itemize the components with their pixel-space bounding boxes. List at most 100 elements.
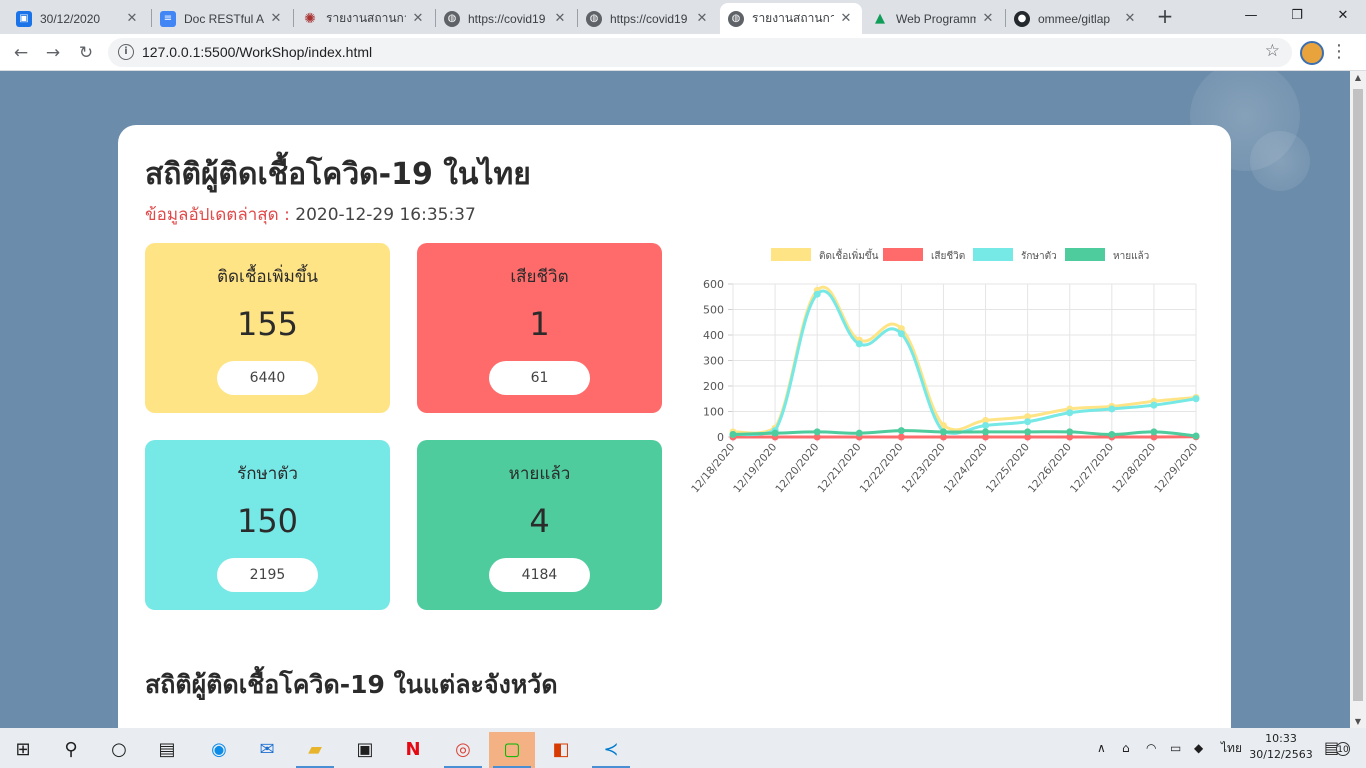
- scroll-up-arrow-icon[interactable]: ▲: [1350, 73, 1366, 82]
- netflix-icon[interactable]: N: [390, 732, 436, 768]
- legend-label: ติดเชื้อเพิ่มขึ้น: [819, 248, 879, 262]
- input-language[interactable]: ไทย: [1221, 728, 1242, 768]
- scroll-down-arrow-icon[interactable]: ▼: [1350, 717, 1366, 726]
- data-point: [1150, 428, 1158, 436]
- cortana-icon[interactable]: ○: [96, 732, 142, 768]
- x-tick-label: 12/23/2020: [900, 441, 948, 495]
- mail-icon[interactable]: ✉: [244, 732, 290, 768]
- close-icon[interactable]: ✕: [268, 11, 284, 26]
- y-tick-label: 500: [703, 304, 724, 317]
- restore-button[interactable]: ❐: [1274, 0, 1320, 32]
- edge-icon[interactable]: ◉: [196, 732, 242, 768]
- data-point: [813, 428, 821, 436]
- stat-value: 1: [529, 305, 550, 343]
- terminal-icon[interactable]: ▣: [342, 732, 388, 768]
- office-icon[interactable]: ◧: [538, 732, 584, 768]
- stat-label: เสียชีวิต: [510, 267, 569, 287]
- y-tick-label: 600: [703, 278, 724, 291]
- close-icon[interactable]: ✕: [124, 11, 140, 26]
- close-icon[interactable]: ✕: [552, 11, 568, 26]
- windows-taskbar: ⊞ ⚲ ○ ▤ ◉ ✉ ▰ ▣ N ◎ ▢ ◧ ≺ ∧ ⌂ ◠ ▭ ◆ ไทย …: [0, 728, 1366, 768]
- x-tick-label: 12/28/2020: [1110, 441, 1158, 495]
- browser-tab[interactable]: ▣ 30/12/2020 ✕: [8, 3, 148, 34]
- windows-start-icon[interactable]: ⊞: [0, 732, 46, 768]
- page-scrollbar[interactable]: ▲ ▼: [1350, 71, 1366, 728]
- scrollbar-thumb[interactable]: [1353, 89, 1363, 701]
- close-icon[interactable]: ✕: [694, 11, 710, 26]
- data-point: [1024, 418, 1032, 426]
- reload-button[interactable]: ↻: [73, 40, 99, 66]
- x-tick-label: 12/24/2020: [942, 441, 990, 495]
- stat-total-badge: 4184: [489, 558, 590, 592]
- github-icon: ●: [1014, 10, 1030, 27]
- data-point: [897, 427, 905, 435]
- globe-icon: ◍: [728, 10, 744, 27]
- daily-cases-line-chart: 010020030040050060012/18/202012/19/20201…: [689, 248, 1200, 495]
- line-icon[interactable]: ▢: [489, 732, 535, 768]
- address-bar[interactable]: i 127.0.0.1:5500/WorkShop/index.html ☆: [108, 38, 1292, 67]
- browser-menu-icon[interactable]: ⋮: [1330, 40, 1348, 64]
- data-point: [1192, 432, 1200, 440]
- task-view-icon[interactable]: ▤: [144, 732, 190, 768]
- close-icon[interactable]: ✕: [1122, 11, 1138, 26]
- stat-label: ติดเชื้อเพิ่มขึ้น: [216, 267, 319, 287]
- x-tick-label: 12/19/2020: [731, 441, 779, 495]
- battery-icon[interactable]: ▭: [1170, 728, 1181, 768]
- browser-tab[interactable]: ● ommee/gitlap ✕: [1006, 3, 1146, 34]
- browser-tab[interactable]: ◍ https://covid19 ✕: [578, 3, 718, 34]
- stat-value: 155: [236, 305, 299, 343]
- bookmark-star-icon[interactable]: ☆: [1265, 41, 1280, 61]
- virus-icon: ✺: [304, 10, 316, 27]
- profile-avatar[interactable]: [1300, 41, 1324, 65]
- url-text[interactable]: 127.0.0.1:5500/WorkShop/index.html: [142, 44, 372, 60]
- notification-count-badge: 10: [1336, 742, 1350, 756]
- browser-tab[interactable]: ◍ https://covid19 ✕: [436, 3, 576, 34]
- stat-card-recovered: หายแล้ว 4 4184: [417, 440, 662, 610]
- data-point: [813, 290, 821, 298]
- tab-title: Doc RESTful API: [184, 11, 264, 26]
- x-tick-label: 12/27/2020: [1068, 441, 1116, 495]
- forward-button[interactable]: →: [40, 40, 66, 66]
- page-title: สถิติผู้ติดเชื้อโควิด-19 ในไทย: [145, 157, 531, 192]
- close-icon[interactable]: ✕: [410, 11, 426, 26]
- legend-label: รักษาตัว: [1021, 251, 1057, 262]
- legend-swatch: [883, 248, 923, 261]
- close-window-button[interactable]: ✕: [1320, 0, 1366, 32]
- search-icon[interactable]: ⚲: [48, 732, 94, 768]
- meet-now-icon[interactable]: ⌂: [1122, 728, 1130, 768]
- stat-total-badge: 6440: [217, 361, 318, 395]
- legend-label: เสียชีวิต: [931, 250, 965, 262]
- minimize-button[interactable]: —: [1228, 0, 1274, 32]
- stat-card-deaths: เสียชีวิต 1 61: [417, 243, 662, 413]
- last-updated: ข้อมูลอัปเดตล่าสุด : 2020-12-29 16:35:37: [145, 201, 476, 228]
- back-button[interactable]: ←: [8, 40, 34, 66]
- browser-tab[interactable]: ✺ รายงานสถานการณ์ ✕: [294, 3, 434, 34]
- wifi-icon[interactable]: ◠: [1146, 728, 1156, 768]
- browser-tab-bar: ▣ 30/12/2020 ✕ ≡ Doc RESTful API ✕ ✺ ราย…: [0, 0, 1366, 34]
- site-info-icon[interactable]: i: [118, 44, 134, 60]
- vscode-icon[interactable]: ≺: [588, 732, 634, 768]
- browser-tab-active[interactable]: ◍ รายงานสถานการณ์ ✕: [720, 3, 862, 34]
- data-point: [1066, 409, 1074, 417]
- data-point: [939, 428, 947, 436]
- dropbox-icon[interactable]: ◆: [1194, 728, 1203, 768]
- tab-title: https://covid19: [610, 11, 688, 26]
- stat-value: 4: [529, 502, 550, 540]
- data-point: [897, 330, 905, 338]
- stat-label: หายแล้ว: [508, 464, 571, 484]
- browser-tab[interactable]: ≡ Doc RESTful API ✕: [152, 3, 292, 34]
- close-icon[interactable]: ✕: [838, 11, 854, 26]
- new-tab-button[interactable]: +: [1154, 6, 1176, 28]
- globe-icon: ◍: [444, 10, 460, 27]
- stat-label: รักษาตัว: [237, 464, 298, 484]
- y-tick-label: 100: [703, 406, 724, 419]
- system-clock[interactable]: 10:33 30/12/2563: [1246, 731, 1316, 763]
- stat-total-badge: 2195: [217, 558, 318, 592]
- chevron-up-icon[interactable]: ∧: [1097, 728, 1106, 768]
- x-tick-label: 12/22/2020: [858, 441, 906, 495]
- browser-tab[interactable]: ▲ Web Programming ✕: [864, 3, 1004, 34]
- close-icon[interactable]: ✕: [980, 11, 996, 26]
- clock-date: 30/12/2563: [1249, 748, 1313, 761]
- chrome-icon[interactable]: ◎: [440, 732, 486, 768]
- file-explorer-icon[interactable]: ▰: [292, 732, 338, 768]
